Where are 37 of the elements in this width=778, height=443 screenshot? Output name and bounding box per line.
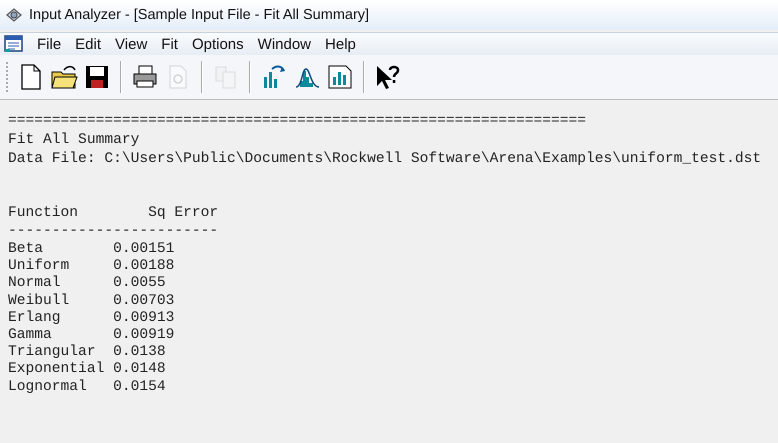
folder-icon[interactable] bbox=[50, 63, 78, 91]
document-icon[interactable] bbox=[4, 35, 24, 53]
table-cell: 0.00703 bbox=[113, 292, 174, 310]
table-cell-text: Exponential bbox=[8, 361, 106, 379]
separator-line: ================================================================== bbox=[8, 112, 586, 131]
menu-item[interactable]: Fit bbox=[154, 36, 185, 52]
table-cell-text: Erlang bbox=[8, 310, 62, 328]
menu-item[interactable]: Help bbox=[318, 36, 363, 52]
menu-item[interactable]: Options bbox=[184, 36, 251, 52]
help-pointer-icon[interactable] bbox=[374, 63, 402, 91]
table-cell: 0.0148 bbox=[113, 361, 166, 379]
app-icon bbox=[4, 6, 24, 24]
table-cell: 0.00913 bbox=[113, 310, 174, 328]
menu-item[interactable]: View bbox=[108, 36, 154, 52]
table-cell: 0.0154 bbox=[113, 378, 166, 396]
menu-item[interactable]: Window bbox=[250, 36, 318, 52]
window-title: Input Analyzer - [Sample Input File - Fit All Summary] bbox=[29, 7, 370, 23]
column-header: Function bbox=[8, 205, 80, 222]
table-cell-text: Lognormal bbox=[8, 378, 88, 396]
table-cell-text: Uniform bbox=[8, 258, 70, 275]
table-cell: 0.00188 bbox=[113, 258, 174, 276]
table-cell: 0.00151 bbox=[113, 241, 174, 258]
column-header: Sq Error bbox=[148, 205, 218, 222]
table-cell-text: Beta bbox=[8, 241, 44, 258]
data-file-path: Data File: C:\Users\Public\Documents\Rockwell Software\Arena\Examples\uniform_test.dst bbox=[8, 150, 762, 169]
table-cell-text: Gamma bbox=[8, 327, 53, 344]
table-cell-text: Triangular bbox=[8, 344, 97, 361]
table-cell: 0.00919 bbox=[113, 327, 174, 344]
table-cell: 0.0055 bbox=[113, 275, 166, 293]
table-cell-text: Weibull bbox=[8, 292, 70, 310]
table-cell: 0.0138 bbox=[113, 344, 166, 362]
report-title: Fit All Summary bbox=[8, 131, 140, 150]
menu-item[interactable]: File bbox=[30, 36, 68, 52]
table-cell-text: Normal bbox=[8, 275, 62, 293]
rule-line: ------------------------ bbox=[8, 222, 218, 241]
menu-item[interactable]: Edit bbox=[68, 36, 108, 52]
histogram-page-icon[interactable] bbox=[326, 63, 354, 91]
